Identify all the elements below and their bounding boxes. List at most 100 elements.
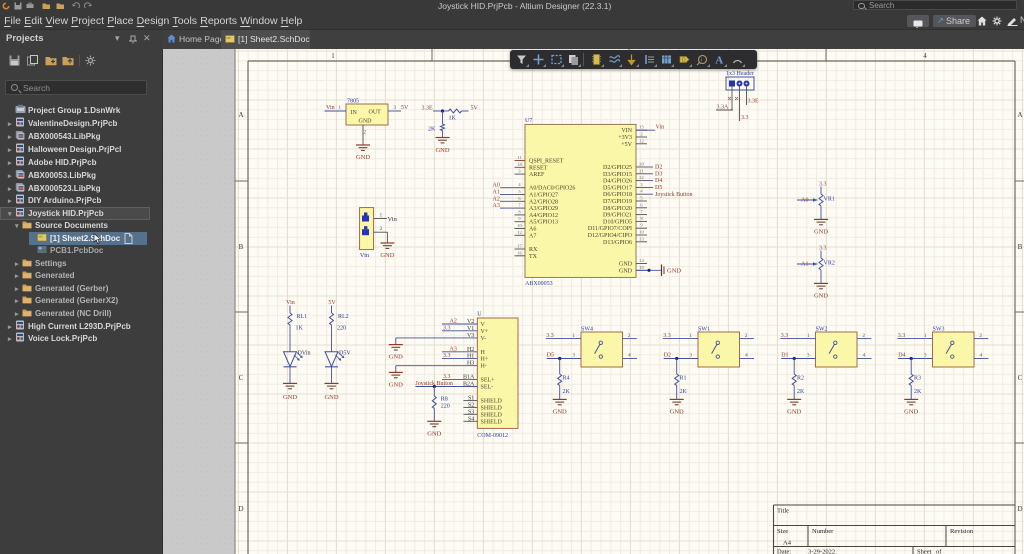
svg-text:GND: GND — [380, 252, 394, 259]
svg-text:V+: V+ — [481, 329, 489, 335]
svg-text:GND: GND — [435, 147, 449, 154]
svg-text:Number: Number — [812, 528, 834, 535]
svg-text:220: 220 — [441, 404, 450, 410]
svg-text:SHIELD: SHIELD — [481, 419, 503, 425]
svg-text:R2: R2 — [797, 376, 804, 382]
svg-text:3.3: 3.3 — [443, 374, 451, 380]
svg-text:D2: D2 — [655, 165, 662, 171]
svg-text:15: 15 — [639, 125, 644, 130]
svg-text:OUT: OUT — [369, 110, 382, 116]
svg-text:Vin: Vin — [360, 252, 370, 259]
svg-text:A2: A2 — [493, 196, 500, 202]
svg-text:D: D — [238, 505, 243, 513]
svg-text:GND: GND — [389, 354, 403, 361]
svg-text:Joystick Button: Joystick Button — [655, 192, 693, 198]
svg-text:17: 17 — [517, 244, 522, 249]
svg-text:3.3: 3.3 — [781, 333, 789, 339]
svg-text:H+: H+ — [481, 357, 489, 363]
svg-text:of: of — [936, 549, 942, 554]
svg-text:A: A — [238, 111, 243, 119]
svg-text:GND: GND — [787, 409, 801, 416]
svg-text:21: 21 — [639, 168, 644, 173]
svg-text:1x3 Header: 1x3 Header — [726, 71, 754, 77]
svg-text:1K: 1K — [449, 116, 457, 122]
svg-text:D: D — [1017, 505, 1022, 513]
svg-text:GND: GND — [670, 409, 684, 416]
svg-text:3.3: 3.3 — [819, 246, 827, 252]
svg-text:C: C — [239, 374, 244, 382]
svg-text:2: 2 — [979, 333, 982, 339]
svg-text:A4/GPIO12: A4/GPIO12 — [529, 213, 558, 219]
svg-text:4: 4 — [923, 52, 927, 60]
svg-text:D11/GPIO7/COPI: D11/GPIO7/COPI — [588, 226, 632, 232]
svg-text:GND: GND — [667, 268, 681, 275]
svg-text:A: A — [1017, 111, 1022, 119]
svg-text:SHIELD: SHIELD — [481, 405, 503, 411]
svg-text:GND: GND — [359, 119, 373, 125]
svg-text:GND: GND — [619, 262, 633, 268]
svg-text:A1: A1 — [801, 262, 808, 268]
svg-text:12: 12 — [517, 230, 522, 235]
svg-text:2K: 2K — [797, 389, 805, 395]
svg-text:RESET: RESET — [529, 165, 548, 171]
svg-text:D4/GPIO26: D4/GPIO26 — [603, 179, 632, 185]
svg-text:Vin: Vin — [286, 300, 295, 306]
svg-text:2: 2 — [628, 333, 631, 339]
svg-text:4: 4 — [863, 353, 866, 359]
svg-text:3.3: 3.3 — [898, 333, 906, 339]
svg-text:V: V — [481, 322, 486, 328]
svg-text:RX: RX — [529, 247, 538, 253]
svg-text:5V: 5V — [401, 105, 409, 111]
svg-text:A: A — [715, 55, 723, 67]
svg-text:GND: GND — [427, 431, 441, 438]
svg-text:+3V3: +3V3 — [618, 135, 632, 141]
svg-text:i: i — [701, 58, 702, 64]
svg-text:GND: GND — [904, 409, 918, 416]
svg-text:18: 18 — [517, 162, 522, 167]
svg-text:3.3: 3.3 — [663, 333, 671, 339]
svg-text:QSPI_RESET: QSPI_RESET — [529, 159, 564, 165]
svg-text:3.3: 3.3 — [443, 326, 451, 332]
svg-text:1: 1 — [331, 52, 335, 60]
svg-text:Title: Title — [777, 508, 789, 515]
svg-text:D13/GPIO6: D13/GPIO6 — [603, 240, 632, 246]
svg-text:VR1: VR1 — [824, 197, 835, 203]
svg-text:D1: D1 — [781, 353, 788, 359]
svg-text:4: 4 — [980, 353, 983, 359]
svg-text:A3: A3 — [450, 346, 457, 352]
svg-text:COM-09012: COM-09012 — [477, 433, 508, 439]
svg-text:1: 1 — [380, 213, 383, 219]
svg-text:2K: 2K — [914, 389, 922, 395]
svg-text:V-: V- — [481, 336, 487, 342]
svg-text:12: 12 — [639, 138, 644, 143]
svg-text:DVin: DVin — [298, 351, 311, 357]
svg-text:D9/GPIO21: D9/GPIO21 — [603, 213, 632, 219]
svg-text:D2: D2 — [664, 353, 671, 359]
svg-text:GND: GND — [814, 229, 828, 236]
svg-text:2: 2 — [862, 333, 865, 339]
svg-text:2K: 2K — [428, 127, 436, 133]
svg-text:H: H — [481, 350, 486, 356]
svg-text:GND: GND — [389, 381, 403, 388]
svg-text:D3/GPIO15: D3/GPIO15 — [603, 172, 632, 178]
svg-text:A1: A1 — [493, 190, 500, 196]
svg-text:10: 10 — [517, 223, 522, 228]
svg-text:11: 11 — [517, 155, 521, 160]
svg-text:GND: GND — [356, 154, 370, 161]
svg-text:3.3: 3.3 — [546, 333, 554, 339]
svg-text:D6/GPIO18: D6/GPIO18 — [603, 192, 632, 198]
svg-text:1K: 1K — [296, 326, 304, 332]
svg-text:7805: 7805 — [347, 99, 359, 105]
svg-text:Revision: Revision — [950, 528, 974, 535]
svg-text:19: 19 — [639, 265, 644, 270]
svg-text:SEL+: SEL+ — [481, 378, 496, 384]
svg-text:3.3A: 3.3A — [717, 105, 730, 111]
svg-text:3.3: 3.3 — [741, 115, 749, 121]
svg-text:GND: GND — [283, 394, 297, 401]
svg-text:R1: R1 — [680, 376, 687, 382]
svg-text:A5/GPIO13: A5/GPIO13 — [529, 220, 558, 226]
svg-text:3-29-2022: 3-29-2022 — [808, 549, 835, 554]
svg-text:GND: GND — [619, 268, 633, 274]
svg-text:ABX00053: ABX00053 — [525, 281, 553, 287]
svg-text:U: U — [477, 312, 482, 318]
